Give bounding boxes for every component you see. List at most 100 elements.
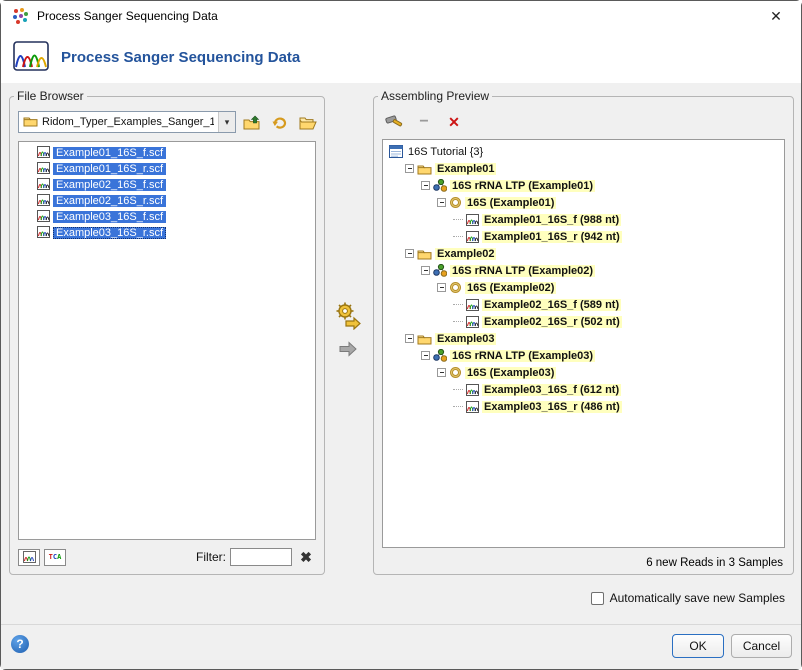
- chromatogram-filter-toggle[interactable]: [18, 549, 40, 566]
- tree-node-locus[interactable]: 16S (Example01): [385, 194, 782, 211]
- chromatogram-file-icon: [37, 194, 50, 209]
- tree-node-sample[interactable]: Example01: [385, 160, 782, 177]
- tree-node-sample[interactable]: Example02: [385, 245, 782, 262]
- chromatogram-file-icon: [37, 162, 50, 177]
- tree-node-label: 16S rRNA LTP (Example01): [450, 180, 595, 192]
- locus-icon: [449, 366, 462, 379]
- tree-node-read[interactable]: Example02_16S_r (502 nt): [385, 313, 782, 330]
- locus-icon: [449, 281, 462, 294]
- collapse-toggle-icon[interactable]: [421, 181, 430, 190]
- tree-node-label: Example03: [435, 333, 496, 345]
- tree-node-read[interactable]: Example02_16S_f (589 nt): [385, 296, 782, 313]
- tree-node-locus[interactable]: 16S (Example03): [385, 364, 782, 381]
- tree-node-task-template[interactable]: 16S rRNA LTP (Example03): [385, 347, 782, 364]
- collapse-toggle-icon[interactable]: [405, 249, 414, 258]
- tree-node-task-template[interactable]: 16S rRNA LTP (Example01): [385, 177, 782, 194]
- chromatogram-file-icon: [37, 178, 50, 193]
- autosave-option[interactable]: Automatically save new Samples: [591, 591, 785, 605]
- ok-button[interactable]: OK: [672, 634, 724, 658]
- read-icon: [466, 231, 479, 243]
- assembly-tree[interactable]: 16S Tutorial {3} Example01 16S rRNA LTP (E…: [382, 139, 785, 548]
- collapse-toggle-icon[interactable]: [405, 164, 414, 173]
- assembling-preview-toolbar: − ✕: [384, 111, 464, 133]
- autosave-label: Automatically save new Samples: [610, 591, 785, 605]
- file-list-item[interactable]: Example02_16S_r.scf: [19, 193, 315, 209]
- collapse-toggle-icon[interactable]: [437, 283, 446, 292]
- open-folder-button[interactable]: [295, 111, 320, 133]
- file-name: Example01_16S_f.scf: [53, 147, 166, 159]
- close-button[interactable]: ✕: [759, 2, 793, 30]
- autosave-checkbox[interactable]: [591, 592, 604, 605]
- read-icon: [466, 401, 479, 413]
- file-name: Example03_16S_r.scf: [53, 227, 166, 239]
- file-list-item[interactable]: Example02_16S_f.scf: [19, 177, 315, 193]
- refresh-button[interactable]: [267, 111, 292, 133]
- file-browser-group: File Browser Ridom_Typer_Examples_Sanger…: [9, 89, 325, 575]
- tree-node-label: 16S (Example01): [465, 197, 556, 209]
- page-title: Process Sanger Sequencing Data: [61, 49, 300, 66]
- collapse-toggle-icon[interactable]: [405, 334, 414, 343]
- help-button[interactable]: ?: [11, 635, 29, 653]
- tree-node-sample[interactable]: Example03: [385, 330, 782, 347]
- process-sanger-dialog: { "window": { "title": "Process Sanger S…: [0, 0, 802, 670]
- file-list-item[interactable]: Example03_16S_r.scf: [19, 225, 315, 241]
- tree-node-locus[interactable]: 16S (Example02): [385, 279, 782, 296]
- chromatogram-file-icon: [37, 226, 50, 241]
- tree-node-read[interactable]: Example01_16S_f (988 nt): [385, 211, 782, 228]
- tree-node-read[interactable]: Example03_16S_r (486 nt): [385, 398, 782, 415]
- tree-node-read[interactable]: Example03_16S_f (612 nt): [385, 381, 782, 398]
- collapse-toggle-icon[interactable]: [421, 266, 430, 275]
- read-icon: [466, 214, 479, 226]
- chromatogram-header-icon: [13, 41, 49, 74]
- tree-node-label: Example01_16S_r (942 nt): [482, 231, 622, 243]
- clear-filter-icon[interactable]: ✖: [296, 549, 316, 566]
- read-icon: [466, 384, 479, 396]
- process-selected-button[interactable]: [331, 299, 363, 331]
- tree-node-label: Example03_16S_r (486 nt): [482, 401, 622, 413]
- file-list[interactable]: Example01_16S_f.scfExample01_16S_r.scfEx…: [18, 141, 316, 540]
- file-list-item[interactable]: Example03_16S_f.scf: [19, 209, 315, 225]
- file-name: Example02_16S_r.scf: [53, 195, 166, 207]
- sequence-text-filter-toggle[interactable]: TCA: [44, 549, 66, 566]
- tree-node-label: Example01_16S_f (988 nt): [482, 214, 621, 226]
- file-list-item[interactable]: Example01_16S_f.scf: [19, 145, 315, 161]
- sequence-letters-icon: TCA: [49, 553, 62, 561]
- transfer-arrow-button[interactable]: [337, 339, 359, 359]
- dialog-header: Process Sanger Sequencing Data: [1, 31, 801, 83]
- tree-node-label: Example03_16S_f (612 nt): [482, 384, 621, 396]
- locus-icon: [449, 196, 462, 209]
- app-icon: [11, 7, 29, 25]
- tree-node-label: 16S Tutorial {3}: [406, 146, 485, 158]
- assembling-preview-label: Assembling Preview: [378, 89, 492, 103]
- chromatogram-file-icon: [37, 210, 50, 225]
- collapse-toggle-icon[interactable]: [437, 198, 446, 207]
- remove-icon[interactable]: −: [414, 112, 434, 132]
- collapse-toggle-icon[interactable]: [437, 368, 446, 377]
- title-bar: Process Sanger Sequencing Data ✕: [1, 1, 801, 31]
- file-list-item[interactable]: Example01_16S_r.scf: [19, 161, 315, 177]
- collapse-toggle-icon[interactable]: [421, 351, 430, 360]
- assembling-preview-group: Assembling Preview − ✕ 16S Tutorial {3} E…: [373, 89, 794, 575]
- tree-node-label: Example02_16S_r (502 nt): [482, 316, 622, 328]
- ltp-icon: [433, 349, 447, 362]
- ltp-icon: [433, 264, 447, 277]
- tree-node-project[interactable]: 16S Tutorial {3}: [385, 143, 782, 160]
- tree-node-label: 16S rRNA LTP (Example03): [450, 350, 595, 362]
- edit-tool-icon[interactable]: [384, 112, 404, 132]
- ltp-icon: [433, 179, 447, 192]
- chevron-down-icon[interactable]: ▾: [218, 112, 235, 132]
- file-browser-toolbar: Ridom_Typer_Examples_Sanger_16S/ ▾: [18, 111, 320, 133]
- cancel-button[interactable]: Cancel: [731, 634, 792, 658]
- tree-node-label: 16S (Example02): [465, 282, 556, 294]
- delete-icon[interactable]: ✕: [444, 112, 464, 132]
- folder-up-button[interactable]: [239, 111, 264, 133]
- project-icon: [389, 145, 403, 158]
- tree-node-read[interactable]: Example01_16S_r (942 nt): [385, 228, 782, 245]
- tree-node-label: 16S rRNA LTP (Example02): [450, 265, 595, 277]
- tree-node-task-template[interactable]: 16S rRNA LTP (Example02): [385, 262, 782, 279]
- directory-combobox[interactable]: Ridom_Typer_Examples_Sanger_16S/ ▾: [18, 111, 236, 133]
- file-browser-label: File Browser: [14, 89, 87, 103]
- folder-icon: [417, 248, 432, 260]
- filter-input[interactable]: [230, 548, 292, 566]
- directory-path: Ridom_Typer_Examples_Sanger_16S/: [42, 116, 214, 128]
